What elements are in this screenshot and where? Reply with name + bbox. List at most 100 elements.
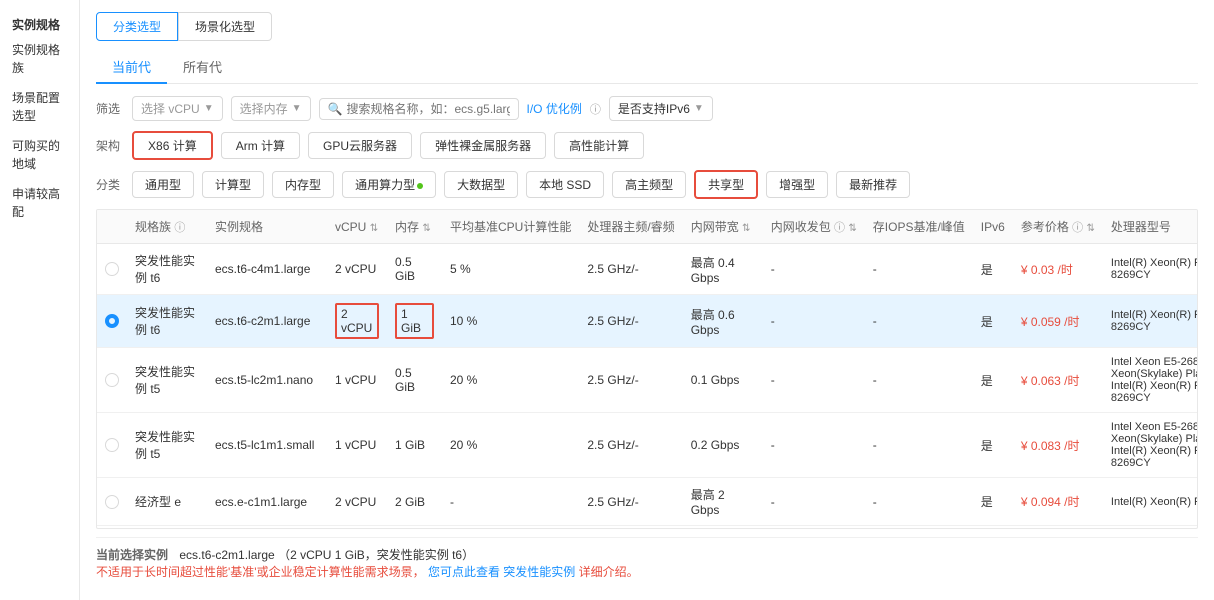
cell-iops-2: - bbox=[865, 348, 973, 413]
cell-spec-2: 突发性能实例 t5 bbox=[127, 348, 207, 413]
cell-instance-2: ecs.t5-lc2m1.nano bbox=[207, 348, 327, 413]
instance-table-container: 规格族 ⓘ 实例规格 vCPU ⇅ 内存 ⇅ 平均基准CPU计算性能 bbox=[96, 209, 1198, 529]
cell-perf-5: 20 % bbox=[442, 526, 579, 530]
vcpu-sort-icon[interactable]: ⇅ bbox=[370, 223, 378, 234]
row-radio-0[interactable] bbox=[105, 262, 119, 276]
price-sort-icon[interactable]: ⇅ bbox=[1087, 223, 1095, 234]
tab-scene-selection[interactable]: 场景化选型 bbox=[178, 12, 272, 41]
row-radio-4[interactable] bbox=[105, 495, 119, 509]
cat-btn-general-compute[interactable]: 通用算力型 bbox=[342, 171, 436, 198]
cell-proc-model-3: Intel Xeon E5-2682v4 / Intel Xeon(Skylak… bbox=[1103, 413, 1198, 478]
cat-btn-shared[interactable]: 共享型 bbox=[694, 170, 758, 199]
warning-prefix: 不适用于长时间超过性能'基准'或企业稳定计算性能需求场景， bbox=[96, 565, 425, 579]
arch-btn-gpu[interactable]: GPU云服务器 bbox=[308, 132, 412, 159]
cell-net-3: 0.2 Gbps bbox=[683, 413, 763, 478]
cell-proc-1: 2.5 GHz/- bbox=[579, 295, 682, 348]
vcpu-select[interactable]: 选择 vCPU ▼ bbox=[132, 96, 223, 121]
cell-spec-3: 突发性能实例 t5 bbox=[127, 413, 207, 478]
cat-btn-ssd[interactable]: 本地 SSD bbox=[526, 171, 604, 198]
col-spec-header: 规格族 ⓘ bbox=[127, 210, 207, 244]
col-ipv6-header: IPv6 bbox=[973, 210, 1013, 244]
main-content: 分类选型 场景化选型 当前代 所有代 筛选 选择 vCPU ▼ 选择内存 ▼ 🔍… bbox=[80, 0, 1214, 600]
sidebar-item-quota[interactable]: 申请较高配 bbox=[12, 185, 67, 221]
bottom-label: 当前选择实例 bbox=[96, 546, 168, 563]
cell-price-0: ¥ 0.03 /时 bbox=[1013, 244, 1103, 295]
cell-pkts-3: - bbox=[763, 413, 865, 478]
cell-proc-5: 2.5 GHz/- bbox=[579, 526, 682, 530]
cell-spec-4: 经济型 e bbox=[127, 478, 207, 526]
cell-pkts-4: - bbox=[763, 478, 865, 526]
cell-proc-model-5: Intel(R) Xeon(R) Platinum 8269CY bbox=[1103, 526, 1198, 530]
cat-btn-memory[interactable]: 内存型 bbox=[272, 171, 334, 198]
table-row[interactable]: 突发性能实例 t6ecs.t6-c1m1.large2 vCPU2 GiB20 … bbox=[97, 526, 1198, 530]
mem-select[interactable]: 选择内存 ▼ bbox=[231, 96, 311, 121]
mem-sort-icon[interactable]: ⇅ bbox=[422, 223, 430, 234]
sidebar-item-scene[interactable]: 场景配置选型 bbox=[12, 89, 67, 125]
sidebar-item-family[interactable]: 实例规格族 bbox=[12, 41, 67, 77]
cell-proc-3: 2.5 GHz/- bbox=[579, 413, 682, 478]
cell-proc-0: 2.5 GHz/- bbox=[579, 244, 682, 295]
cell-spec-1: 突发性能实例 t6 bbox=[127, 295, 207, 348]
warning-text: 不适用于长时间超过性能'基准'或企业稳定计算性能需求场景， 您可点此查看 突发性… bbox=[96, 565, 639, 579]
instance-table: 规格族 ⓘ 实例规格 vCPU ⇅ 内存 ⇅ 平均基准CPU计算性能 bbox=[97, 210, 1198, 529]
cat-btn-enhanced[interactable]: 增强型 bbox=[766, 171, 828, 198]
mem-placeholder: 选择内存 bbox=[240, 100, 288, 117]
vcpu-chevron-icon: ▼ bbox=[204, 103, 214, 114]
row-radio-1[interactable] bbox=[105, 314, 119, 328]
table-row[interactable]: 经济型 eecs.e-c1m1.large2 vCPU2 GiB-2.5 GHz… bbox=[97, 478, 1198, 526]
arch-label: 架构 bbox=[96, 137, 120, 154]
cat-btn-general[interactable]: 通用型 bbox=[132, 171, 194, 198]
cell-proc-model-2: Intel Xeon E5-2682v4 / Intel Xeon(Skylak… bbox=[1103, 348, 1198, 413]
price-help-icon: ⓘ bbox=[1072, 222, 1083, 234]
cell-net-5: 最高 1 Gbps bbox=[683, 526, 763, 530]
row-radio-3[interactable] bbox=[105, 438, 119, 452]
cat-btn-bigdata[interactable]: 大数据型 bbox=[444, 171, 518, 198]
search-input[interactable] bbox=[346, 102, 509, 116]
ipv6-select[interactable]: 是否支持IPv6 ▼ bbox=[609, 96, 713, 121]
cell-mem-0: 0.5 GiB bbox=[387, 244, 442, 295]
cell-price-2: ¥ 0.063 /时 bbox=[1013, 348, 1103, 413]
burst-instance-link[interactable]: 突发性能实例 bbox=[503, 565, 575, 579]
table-row[interactable]: 突发性能实例 t5ecs.t5-lc2m1.nano1 vCPU0.5 GiB2… bbox=[97, 348, 1198, 413]
cell-pkts-0: - bbox=[763, 244, 865, 295]
table-row[interactable]: 突发性能实例 t6ecs.t6-c4m1.large2 vCPU0.5 GiB5… bbox=[97, 244, 1198, 295]
cell-mem-2: 0.5 GiB bbox=[387, 348, 442, 413]
col-proc-header: 处理器主频/睿频 bbox=[579, 210, 682, 244]
sidebar-item-region[interactable]: 可购买的地域 bbox=[12, 137, 67, 173]
cat-btn-recommended[interactable]: 最新推荐 bbox=[836, 171, 910, 198]
row-radio-2[interactable] bbox=[105, 373, 119, 387]
cell-instance-0: ecs.t6-c4m1.large bbox=[207, 244, 327, 295]
io-optimize-link[interactable]: I/O 优化例 bbox=[527, 100, 582, 117]
net-sort-icon[interactable]: ⇅ bbox=[742, 223, 750, 234]
cell-ipv6-1: 是 bbox=[973, 295, 1013, 348]
cell-proc-2: 2.5 GHz/- bbox=[579, 348, 682, 413]
cell-mem-3: 1 GiB bbox=[387, 413, 442, 478]
ipv6-chevron-icon: ▼ bbox=[694, 103, 704, 114]
arch-btn-x86[interactable]: X86 计算 bbox=[132, 131, 213, 160]
tab-all-gen[interactable]: 所有代 bbox=[167, 51, 238, 84]
cat-btn-compute[interactable]: 计算型 bbox=[202, 171, 264, 198]
cell-iops-3: - bbox=[865, 413, 973, 478]
tab-current-gen[interactable]: 当前代 bbox=[96, 51, 167, 84]
search-box: 🔍 bbox=[319, 98, 519, 120]
arch-btn-hpc[interactable]: 高性能计算 bbox=[554, 132, 644, 159]
cell-perf-2: 20 % bbox=[442, 348, 579, 413]
arch-btn-bare-metal[interactable]: 弹性裸金属服务器 bbox=[420, 132, 546, 159]
arch-btn-arm[interactable]: Arm 计算 bbox=[221, 132, 300, 159]
tab-category-selection[interactable]: 分类选型 bbox=[96, 12, 178, 41]
cell-price-1: ¥ 0.059 /时 bbox=[1013, 295, 1103, 348]
table-row[interactable]: 突发性能实例 t6ecs.t6-c2m1.large2 vCPU1 GiB10 … bbox=[97, 295, 1198, 348]
cell-iops-4: - bbox=[865, 478, 973, 526]
pkts-sort-icon[interactable]: ⇅ bbox=[848, 223, 856, 234]
filter-label: 筛选 bbox=[96, 100, 120, 117]
cat-btn-highfreq[interactable]: 高主频型 bbox=[612, 171, 686, 198]
cell-vcpu-5: 2 vCPU bbox=[327, 526, 387, 530]
col-radio bbox=[97, 210, 127, 244]
table-row[interactable]: 突发性能实例 t5ecs.t5-lc1m1.small1 vCPU1 GiB20… bbox=[97, 413, 1198, 478]
bottom-value: ecs.t6-c2m1.large （2 vCPU 1 GiB，突发性能实例 t… bbox=[179, 548, 474, 562]
type-tabs: 分类选型 场景化选型 bbox=[96, 12, 1198, 41]
cell-net-0: 最高 0.4 Gbps bbox=[683, 244, 763, 295]
col-vcpu-header: vCPU ⇅ bbox=[327, 210, 387, 244]
cell-mem-4: 2 GiB bbox=[387, 478, 442, 526]
warning-link1[interactable]: 您可点此查看 bbox=[428, 565, 500, 579]
